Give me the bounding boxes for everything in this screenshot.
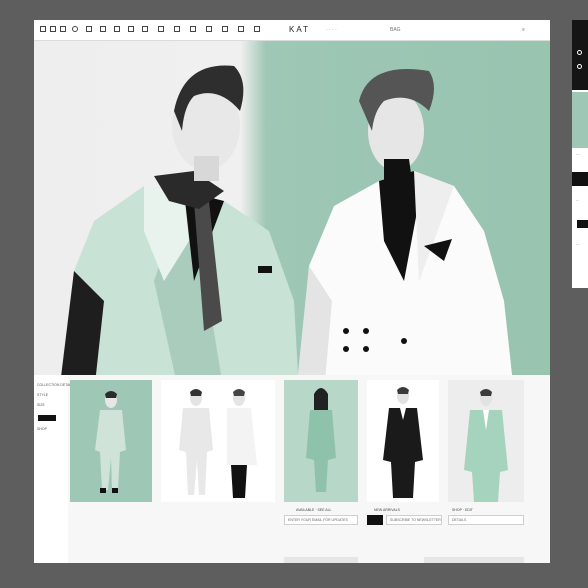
settings-icon[interactable]	[577, 50, 582, 55]
share-icon[interactable]	[190, 26, 196, 32]
shop-button[interactable]	[38, 415, 56, 421]
redo-icon[interactable]	[238, 26, 244, 32]
right-panel: — — —	[572, 20, 588, 288]
newsletter-field[interactable]: SUBSCRIBE TO NEWSLETTER	[386, 515, 442, 525]
product-card[interactable]	[367, 380, 439, 502]
submit-button[interactable]	[367, 515, 383, 525]
hand-icon[interactable]	[577, 64, 582, 69]
hamburger-icon[interactable]: ≡	[522, 27, 525, 33]
product-image	[306, 388, 336, 492]
card-caption: AVAILABLE · SEE ALL	[296, 508, 332, 512]
crop-icon[interactable]	[86, 26, 92, 32]
shape-icon[interactable]	[114, 26, 120, 32]
align-icon[interactable]	[158, 26, 164, 32]
right-panel-label: —	[576, 152, 579, 156]
zoom-icon[interactable]	[254, 26, 260, 32]
link-icon[interactable]	[174, 26, 180, 32]
right-panel-action[interactable]	[577, 220, 588, 228]
product-image	[383, 387, 423, 498]
bag-link[interactable]: BAG	[390, 27, 401, 33]
app-window: ΚΑΤ · · · · BAG ≡ COLLECTION DETAIL STYL…	[34, 20, 550, 563]
right-panel-swatch	[572, 92, 588, 148]
product-card[interactable]	[70, 380, 152, 502]
right-panel-label: —	[576, 198, 579, 202]
hero-image	[59, 65, 514, 393]
image-icon[interactable]	[72, 26, 78, 32]
brand-title[interactable]: ΚΑΤ	[289, 25, 310, 34]
right-panel-button[interactable]	[572, 172, 588, 186]
email-field[interactable]: ENTER YOUR EMAIL FOR UPDATES	[284, 515, 358, 525]
product-tile[interactable]	[284, 557, 358, 563]
hero-banner	[34, 41, 550, 393]
toolbar: ΚΑΤ · · · · BAG ≡	[34, 20, 550, 41]
details-field[interactable]: DETAILS	[448, 515, 524, 525]
export-icon[interactable]	[206, 26, 212, 32]
menu-icon[interactable]	[40, 26, 46, 32]
filter-panel: COLLECTION DETAIL STYLE SIZE SHOP	[34, 375, 72, 563]
product-card[interactable]	[161, 380, 275, 502]
panel-row-size[interactable]: SIZE	[37, 403, 45, 407]
card-caption: SHOP · EDIT	[452, 508, 473, 512]
brand-sub-link[interactable]: · · · ·	[326, 27, 337, 33]
right-panel-header	[572, 20, 588, 90]
product-tile[interactable]	[424, 557, 524, 563]
product-card[interactable]	[448, 380, 524, 502]
panel-sub: STYLE	[37, 393, 49, 397]
layers-icon[interactable]	[100, 26, 106, 32]
product-image	[464, 389, 508, 502]
panel-row-shop[interactable]: SHOP	[37, 427, 47, 431]
panel-heading: COLLECTION DETAIL	[37, 383, 73, 387]
pen-icon[interactable]	[128, 26, 134, 32]
product-grid: COLLECTION DETAIL STYLE SIZE SHOP AVAILA…	[34, 375, 550, 563]
text-icon[interactable]	[60, 26, 66, 32]
card-caption: NEW ARRIVALS	[374, 508, 400, 512]
right-panel-label: —	[576, 242, 579, 246]
product-image	[95, 391, 126, 493]
product-image	[179, 389, 257, 498]
product-card[interactable]	[284, 380, 358, 502]
undo-icon[interactable]	[222, 26, 228, 32]
grid-icon[interactable]	[50, 26, 56, 32]
frame-icon[interactable]	[142, 26, 148, 32]
